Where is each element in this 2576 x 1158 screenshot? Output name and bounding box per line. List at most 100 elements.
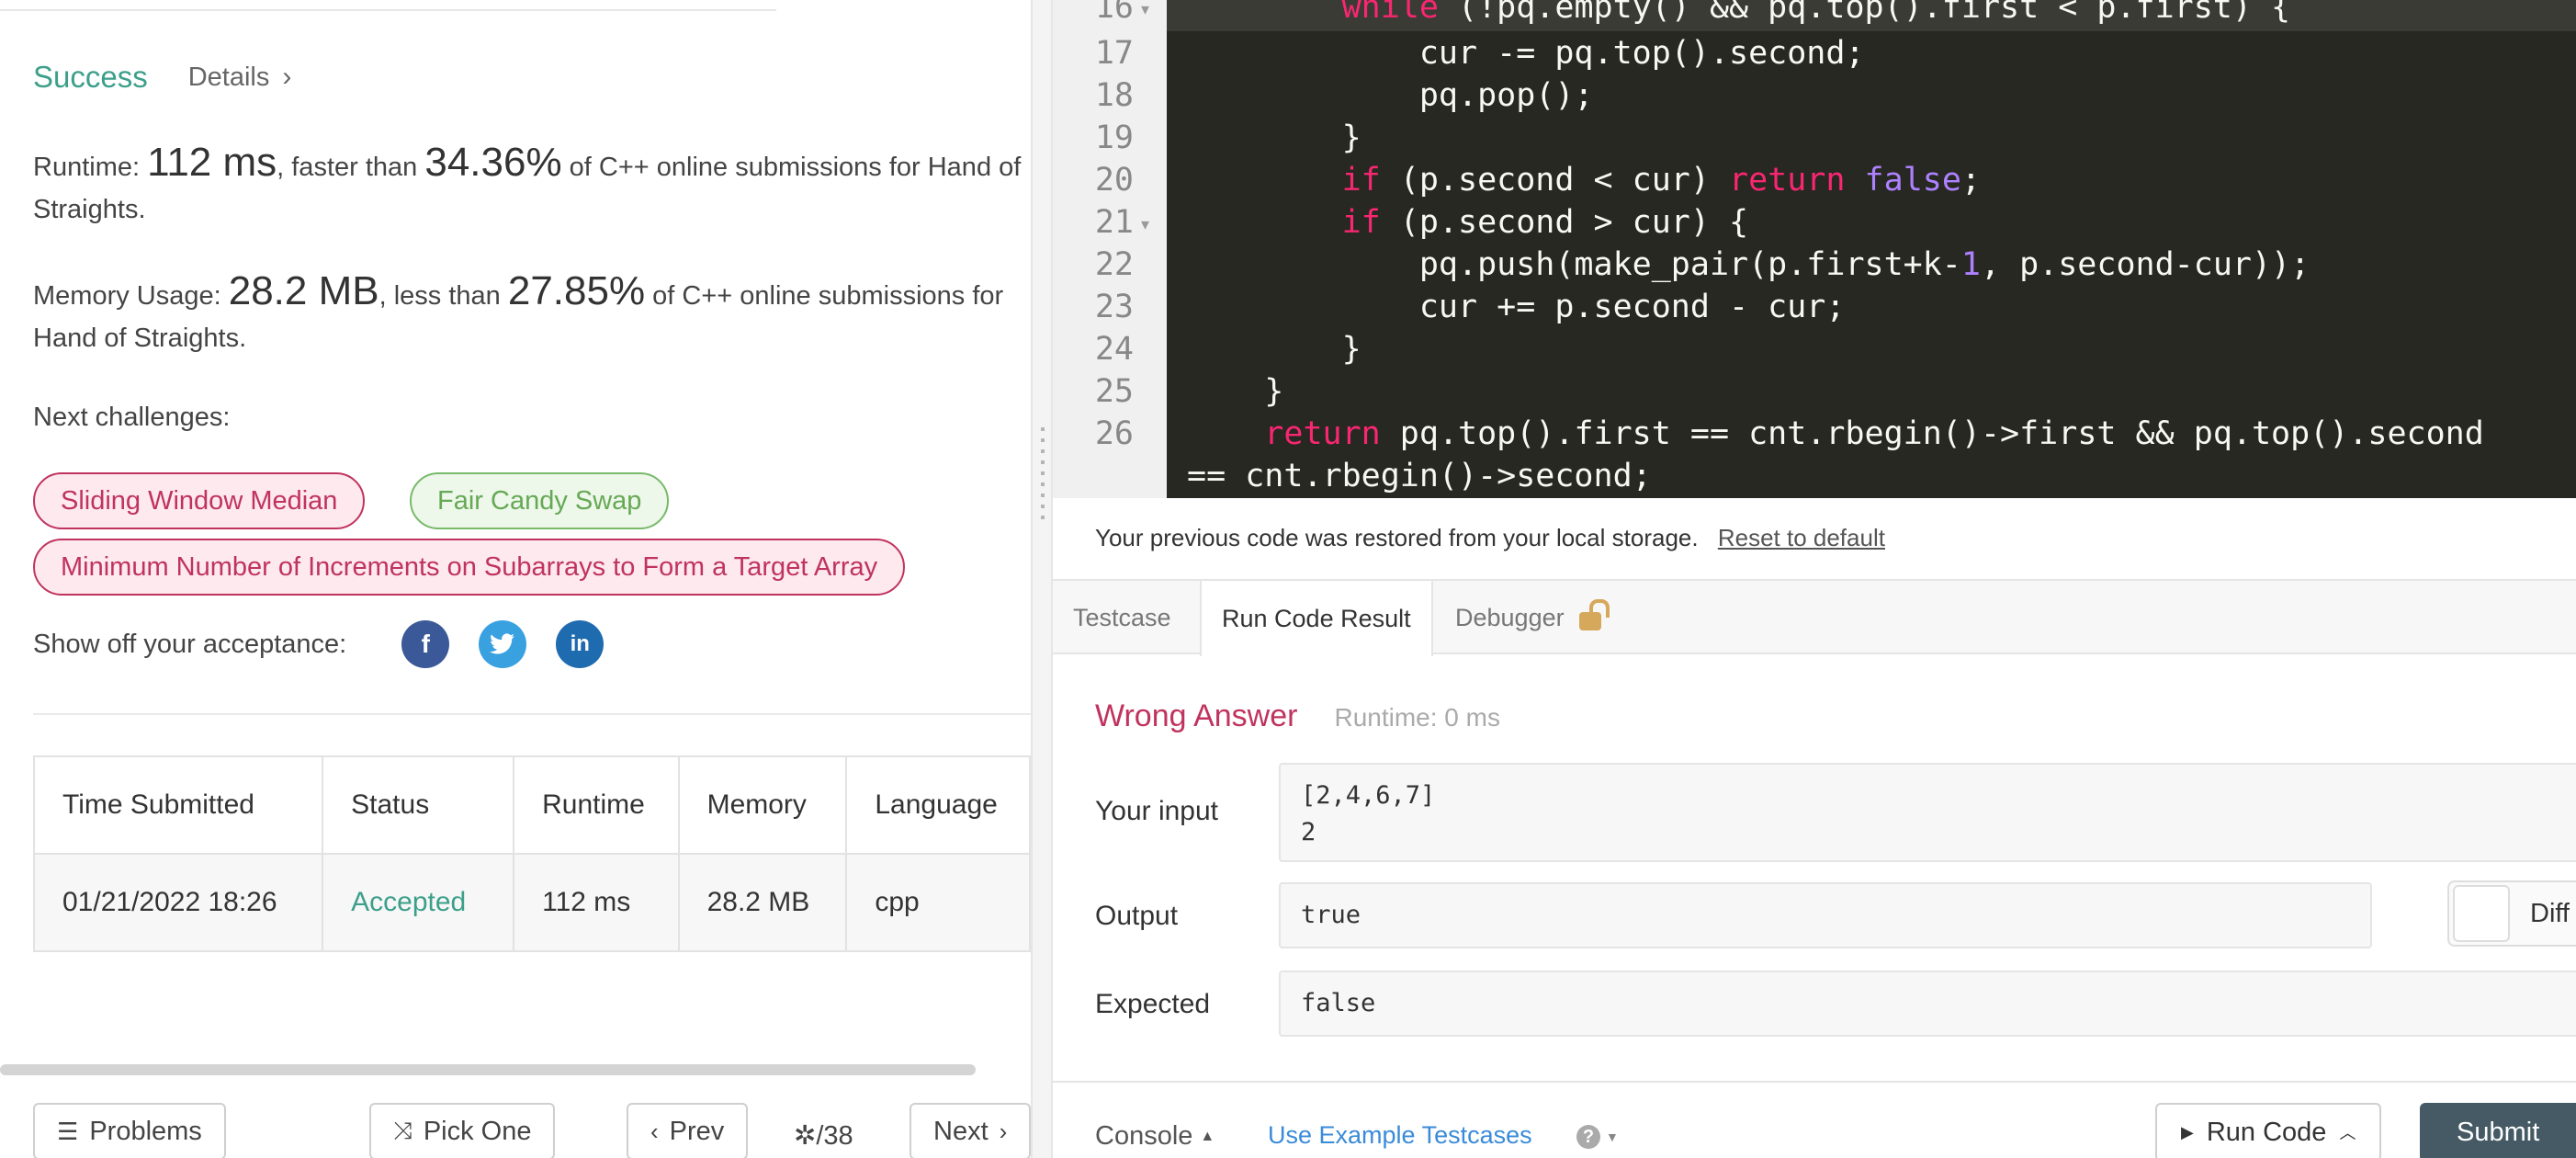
chevron-up-icon: ︿ <box>2339 1124 2356 1142</box>
table-header-row: Time Submitted Status Runtime Memory Lan… <box>32 755 1031 855</box>
code-line: cur -= pq.top().second; <box>1187 35 1865 72</box>
runtime-stat: Runtime: 112 ms, faster than 34.36% of C… <box>33 142 1031 231</box>
panel-splitter[interactable] <box>1031 0 1053 1158</box>
challenge-chip-minimum-increments[interactable]: Minimum Number of Increments on Subarray… <box>33 539 906 596</box>
list-icon: ☰ <box>57 1117 79 1145</box>
code-line: pq.push(make_pair(p.first+k-1, p.second-… <box>1187 246 2310 283</box>
question-icon: ? <box>1576 1125 1600 1149</box>
play-icon: ▶ <box>2181 1122 2194 1141</box>
cell-status-link[interactable]: Accepted <box>322 853 515 952</box>
caret-down-icon: ▼ <box>1606 1130 1619 1144</box>
your-input-box: [2,4,6,7] 2 <box>1279 763 2576 862</box>
problems-button[interactable]: ☰ Problems <box>33 1103 226 1158</box>
pick-one-label: Pick One <box>423 1116 532 1146</box>
line-number: 25 <box>1094 373 1134 410</box>
code-line: } <box>1187 119 1361 156</box>
fold-arrow-icon[interactable]: ▾ <box>1141 0 1149 19</box>
runtime-percentile: 34.36% <box>424 140 562 185</box>
bug-icon: ✲ <box>794 1121 817 1151</box>
share-row: Show off your acceptance: f in <box>33 619 604 670</box>
code-line: return pq.top().first == cnt.rbegin()->f… <box>1264 415 2484 452</box>
line-number-gutter: 16 ▾ 17 18 19 20 21 ▾ 22 23 24 25 26 <box>1053 0 1167 498</box>
facebook-icon[interactable]: f <box>401 620 450 668</box>
submissions-table: Time Submitted Status Runtime Memory Lan… <box>32 755 1031 952</box>
code-line: pq.pop(); <box>1187 77 1594 114</box>
footer-divider <box>1053 1081 2576 1083</box>
run-code-button[interactable]: ▶ Run Code ︿ <box>2155 1103 2382 1158</box>
table-row: 01/21/2022 18:26 Accepted 112 ms 28.2 MB… <box>32 853 1031 952</box>
debugger-label: Debugger <box>1455 603 1565 631</box>
line-number: 24 <box>1094 331 1134 368</box>
next-button[interactable]: Next › <box>910 1103 1031 1158</box>
runtime-faster-text: , faster than <box>277 153 418 182</box>
challenge-chip-sliding-window-median[interactable]: Sliding Window Median <box>33 472 366 529</box>
tab-run-code-result[interactable]: Run Code Result <box>1200 581 1433 656</box>
runtime-value: 112 ms <box>147 140 277 185</box>
pager-total: /38 <box>816 1121 853 1151</box>
details-label: Details <box>187 62 270 92</box>
line-number: 16 <box>1094 0 1134 26</box>
code-line: cur += p.second - cur; <box>1187 289 1846 325</box>
memory-percentile: 27.85% <box>507 268 646 313</box>
memory-value: 28.2 MB <box>228 268 379 313</box>
submission-panel: Success Details › Runtime: 112 ms, faste… <box>0 0 1031 1158</box>
line-number: 19 <box>1094 119 1134 156</box>
success-status: Success <box>33 60 148 94</box>
line-number: 21 <box>1094 204 1134 241</box>
console-label: Console <box>1095 1121 1193 1151</box>
problem-pager: ✲/38 <box>794 1119 853 1152</box>
prev-button[interactable]: ‹ Prev <box>627 1103 749 1158</box>
fold-arrow-icon[interactable]: ▾ <box>1141 215 1149 234</box>
use-example-testcases-link[interactable]: Use Example Testcases <box>1268 1121 1532 1150</box>
line-number: 20 <box>1094 162 1134 199</box>
column-header-time: Time Submitted <box>32 755 324 855</box>
drag-handle-icon <box>1041 427 1045 519</box>
chevron-right-icon: › <box>999 1117 1008 1145</box>
submit-button[interactable]: Submit <box>2420 1103 2576 1158</box>
result-tabs: Testcase Run Code Result Debugger <box>1053 579 2576 656</box>
code-editor[interactable]: 16 ▾ 17 18 19 20 21 ▾ 22 23 24 25 26 while (!pq.empt… <box>1053 0 2576 498</box>
column-header-status: Status <box>322 755 515 855</box>
section-divider <box>33 713 1031 715</box>
help-menu[interactable]: ? ▼ <box>1576 1125 1619 1149</box>
verdict-wrong-answer: Wrong Answer <box>1095 698 1298 733</box>
storage-message: Your previous code was restored from you… <box>1095 524 1885 552</box>
challenge-chip-fair-candy-swap[interactable]: Fair Candy Swap <box>410 472 670 529</box>
chevron-left-icon: ‹ <box>650 1117 659 1145</box>
pick-one-button[interactable]: ⤨ Pick One <box>369 1103 556 1158</box>
twitter-icon[interactable] <box>479 620 527 668</box>
console-toggle[interactable]: Console ▲ <box>1095 1121 1215 1152</box>
your-input-label: Your input <box>1095 796 1219 826</box>
memory-less-text: , less than <box>378 281 501 311</box>
lock-icon <box>1578 612 1601 630</box>
line-number: 22 <box>1094 246 1134 283</box>
caret-up-icon: ▲ <box>1200 1129 1215 1144</box>
status-row: Success Details › <box>33 57 291 97</box>
tab-testcase[interactable]: Testcase <box>1053 581 1192 654</box>
line-number: 26 <box>1094 415 1134 452</box>
share-label: Show off your acceptance: <box>33 629 347 659</box>
cell-runtime: 112 ms <box>513 853 680 952</box>
reset-to-default-link[interactable]: Reset to default <box>1718 524 1885 551</box>
problems-label: Problems <box>89 1116 202 1146</box>
linkedin-icon[interactable]: in <box>556 620 604 668</box>
prev-label: Prev <box>669 1116 725 1146</box>
memory-label: Memory Usage: <box>33 281 221 311</box>
run-code-label: Run Code <box>2206 1117 2327 1147</box>
storage-text: Your previous code was restored from you… <box>1095 524 1699 551</box>
chevron-right-icon: › <box>282 62 292 92</box>
memory-stat: Memory Usage: 28.2 MB, less than 27.85% … <box>33 270 1031 359</box>
shuffle-icon: ⤨ <box>393 1117 412 1144</box>
diff-toggle-knob <box>2453 885 2510 942</box>
next-label: Next <box>933 1116 989 1146</box>
code-line: if (p.second > cur) { <box>1341 204 1749 241</box>
diff-toggle[interactable]: Diff <box>2447 880 2576 947</box>
details-link[interactable]: Details › <box>188 62 292 93</box>
output-box: true <box>1279 882 2372 948</box>
code-line: == cnt.rbegin()->second; <box>1187 458 1652 494</box>
tab-debugger[interactable]: Debugger <box>1435 581 1621 654</box>
code-line: } <box>1187 373 1284 410</box>
line-number: 18 <box>1094 77 1134 114</box>
column-header-memory: Memory <box>677 755 848 855</box>
horizontal-scrollbar[interactable] <box>0 1064 976 1075</box>
